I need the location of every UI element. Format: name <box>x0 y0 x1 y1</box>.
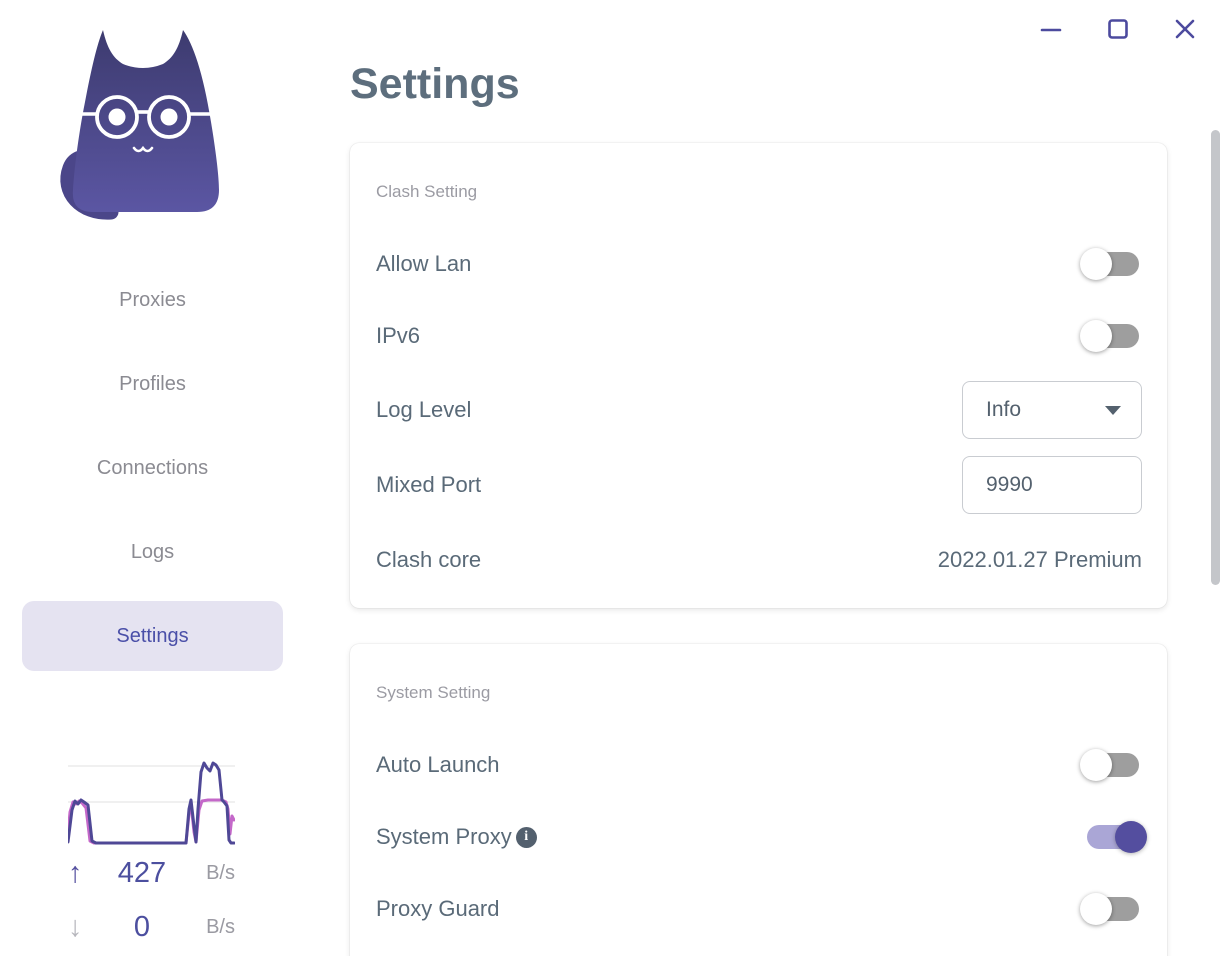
setting-row-log-level: Log Level Info <box>376 374 1142 446</box>
toggle-knob <box>1080 749 1112 781</box>
allow-lan-toggle[interactable] <box>1080 248 1142 280</box>
row-label: System Proxy <box>376 824 512 849</box>
graph-line-upload <box>66 761 236 845</box>
row-label: IPv6 <box>376 323 421 348</box>
chevron-down-icon <box>1105 406 1121 415</box>
row-label: Auto Launch <box>376 752 500 777</box>
row-label: Log Level <box>376 397 472 422</box>
row-label: Allow Lan <box>376 251 472 276</box>
close-icon <box>1175 19 1195 39</box>
setting-row-allow-lan: Allow Lan <box>376 228 1142 300</box>
sidebar-item-label: Logs <box>130 540 175 563</box>
proxy-guard-toggle[interactable] <box>1080 893 1142 925</box>
system-proxy-toggle[interactable] <box>1084 821 1147 853</box>
traffic-graph <box>66 754 236 845</box>
section-title: Clash Setting <box>376 182 478 201</box>
upload-arrow-icon: ↑ <box>68 857 83 889</box>
row-label: Mixed Port <box>376 472 482 497</box>
clash-cat-logo <box>60 30 219 220</box>
setting-row-ipv6: IPv6 <box>376 300 1142 372</box>
download-arrow-icon: ↓ <box>68 911 83 943</box>
toggle-knob <box>1080 248 1112 280</box>
row-label: Clash core <box>376 547 482 572</box>
sidebar-item-proxies[interactable]: Proxies <box>22 265 283 335</box>
setting-row-auto-launch: Auto Launch <box>376 729 1142 801</box>
clash-core-version: 2022.01.27 Premium <box>937 547 1142 572</box>
row-label: Proxy Guard <box>376 896 500 921</box>
log-level-selected-value: Info <box>986 398 1022 421</box>
sidebar: Proxies Profiles Connections Logs Settin… <box>0 0 305 956</box>
sidebar-item-settings[interactable]: Settings <box>22 601 283 671</box>
mixed-port-input[interactable] <box>962 456 1142 514</box>
setting-row-system-proxy: System Proxy i <box>376 801 1147 873</box>
sidebar-item-label: Proxies <box>119 288 186 311</box>
minimize-button[interactable] <box>1038 16 1064 42</box>
sidebar-item-connections[interactable]: Connections <box>22 433 283 503</box>
maximize-button[interactable] <box>1105 16 1131 42</box>
scrollbar-thumb[interactable] <box>1211 130 1220 585</box>
sidebar-item-label: Profiles <box>119 372 186 395</box>
close-button[interactable] <box>1172 16 1198 42</box>
toggle-knob <box>1080 320 1112 352</box>
sidebar-item-profiles[interactable]: Profiles <box>22 349 283 419</box>
clash-setting-card: Clash Setting Allow Lan IPv6 Log Level I… <box>350 143 1167 608</box>
sidebar-item-label: Settings <box>116 624 189 647</box>
setting-row-clash-core: Clash core 2022.01.27 Premium <box>376 524 1142 596</box>
upload-speed-value: 427 <box>117 856 167 889</box>
download-speed-value: 0 <box>133 910 151 943</box>
maximize-icon <box>1108 19 1128 39</box>
section-title: System Setting <box>376 683 491 702</box>
setting-row-mixed-port: Mixed Port <box>376 449 1142 521</box>
toggle-knob <box>1080 893 1112 925</box>
sidebar-item-logs[interactable]: Logs <box>22 517 283 587</box>
minimize-icon <box>1040 28 1062 32</box>
info-icon[interactable]: i <box>515 826 537 848</box>
app-window: Proxies Profiles Connections Logs Settin… <box>0 0 1222 956</box>
upload-speed-unit: B/s <box>206 861 235 884</box>
toggle-knob <box>1115 821 1147 853</box>
download-speed-row: ↓ 0 B/s <box>68 909 235 945</box>
upload-speed-row: ↑ 427 B/s <box>68 855 235 891</box>
auto-launch-toggle[interactable] <box>1080 749 1142 781</box>
system-setting-card: System Setting Auto Launch System Proxy … <box>350 644 1167 956</box>
setting-row-proxy-guard: Proxy Guard <box>376 873 1142 945</box>
ipv6-toggle[interactable] <box>1080 320 1142 352</box>
window-controls <box>1038 16 1198 46</box>
page-title: Settings <box>350 60 520 108</box>
download-speed-unit: B/s <box>206 915 235 938</box>
log-level-select[interactable]: Info <box>962 381 1142 439</box>
sidebar-item-label: Connections <box>96 456 209 479</box>
